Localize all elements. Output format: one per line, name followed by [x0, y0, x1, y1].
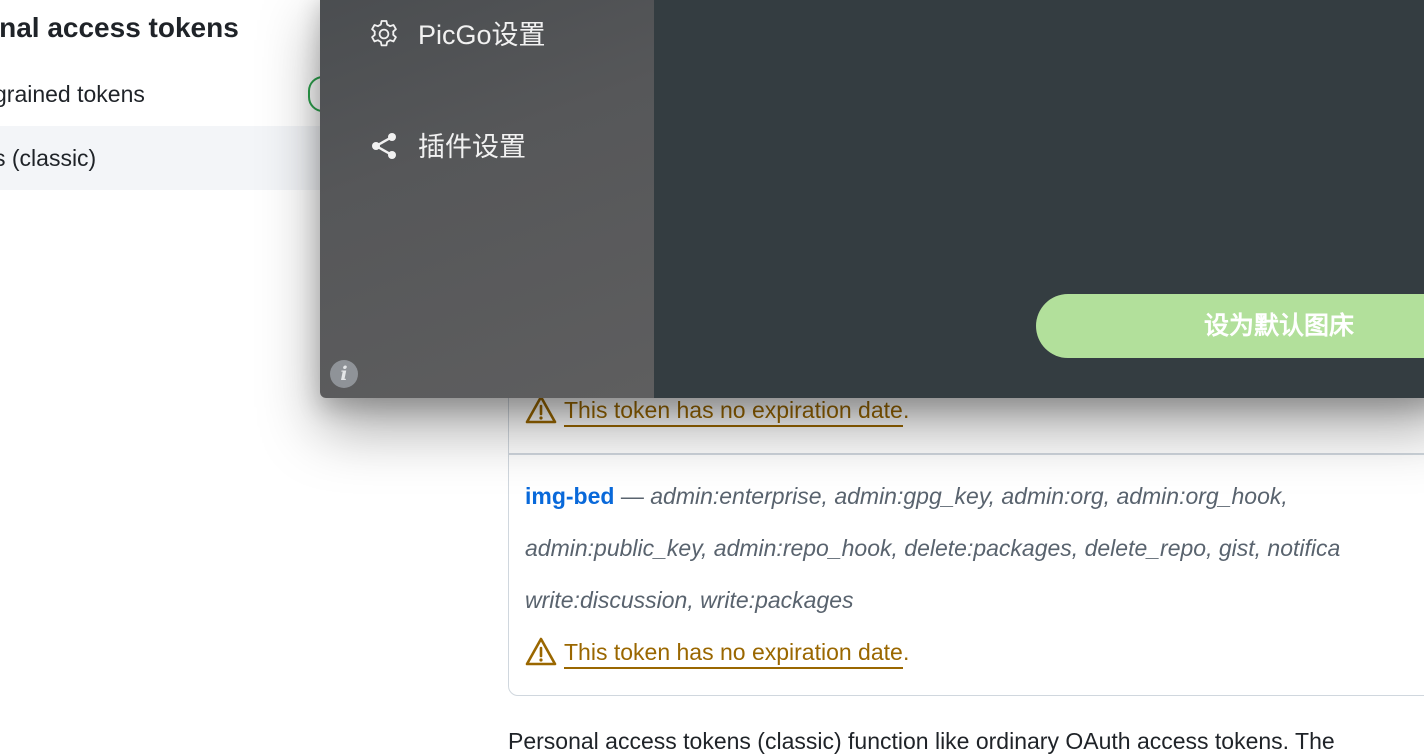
info-icon[interactable]: i — [330, 360, 358, 388]
picgo-main-panel: 设为默认图床 — [654, 0, 1424, 398]
menu-item-label: PicGo设置 — [418, 20, 546, 50]
token-separator: — — [614, 483, 651, 509]
scopes-text: admin:enterprise, admin:gpg_key, admin:o… — [650, 483, 1288, 509]
period: . — [903, 397, 910, 423]
nav-item-label: s (classic) — [0, 145, 97, 171]
token-name-link[interactable]: img-bed — [525, 483, 614, 509]
page-heading: onal access tokens — [0, 12, 239, 43]
set-default-image-host-button[interactable]: 设为默认图床 — [1036, 294, 1424, 358]
nav-item-label: grained tokens — [0, 81, 145, 107]
nav-item-fine-grained-tokens[interactable]: grained tokens — [0, 62, 340, 126]
alert-icon — [525, 395, 557, 424]
picgo-sidebar: PicGo设置 插件设置 i — [320, 0, 654, 398]
token-scopes-line: admin:public_key, admin:repo_hook, delet… — [525, 535, 1341, 561]
token-scopes-line: write:discussion, write:packages — [525, 587, 854, 613]
menu-item-label: 插件设置 — [418, 132, 526, 162]
token-scopes-line: img-bed — admin:enterprise, admin:gpg_ke… — [525, 483, 1288, 510]
gear-icon — [371, 20, 397, 47]
alert-icon — [525, 637, 557, 666]
picgo-window: PicGo设置 插件设置 i 设为默认图床 — [320, 0, 1424, 398]
period: . — [903, 639, 910, 665]
share-icon — [372, 133, 396, 159]
token-divider — [508, 453, 1424, 455]
expiration-link[interactable]: This token has no expiration date — [564, 639, 903, 669]
expiration-link[interactable]: This token has no expiration date — [564, 397, 903, 427]
nav-item-classic-tokens[interactable]: s (classic) — [0, 126, 340, 190]
